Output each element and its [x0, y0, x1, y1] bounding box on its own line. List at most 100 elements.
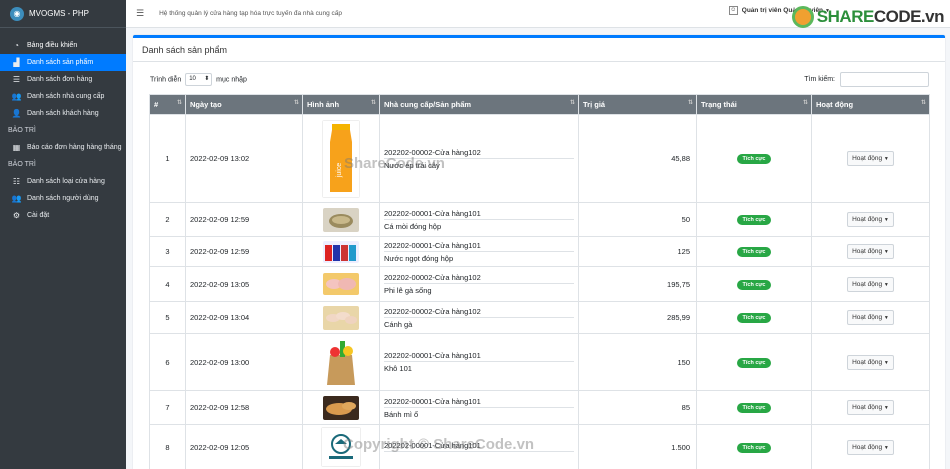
cell-no: 8: [149, 424, 186, 469]
vendor-code: 202202-00001-Cửa hàng101: [384, 397, 574, 408]
table-row: 4 2022-02-09 13:05 202202-00002-Cửa hàng…: [149, 266, 930, 302]
sort-icon: ⇅: [920, 100, 926, 106]
cell-no: 1: [149, 114, 186, 203]
action-dropdown-button[interactable]: Hoạt động ▼: [847, 354, 894, 370]
product-thumbnail: [323, 305, 359, 330]
sort-icon: ⇅: [293, 100, 299, 106]
col-header-status[interactable]: Trạng thái ⇅: [696, 94, 812, 115]
cell-vendor-product: 202202-00001-Cửa hàng101 Khô 101: [379, 333, 579, 391]
status-badge: Tích cực: [736, 247, 772, 257]
cell-price: 195,75: [578, 266, 697, 302]
cell-status: Tích cực: [696, 424, 812, 469]
card-title: Danh sách sản phẩm: [133, 38, 945, 62]
product-thumbnail: [323, 273, 359, 295]
cell-date: 2022-02-09 13:05: [185, 266, 303, 302]
svg-text:juice: juice: [336, 162, 343, 178]
sidebar-item-label: Bảng điều khiển: [27, 42, 78, 49]
sharecode-logo: SHARECODE.vn: [791, 6, 945, 28]
col-header-action[interactable]: Hoạt động ⇅: [811, 94, 930, 115]
col-header-price[interactable]: Trị giá ⇅: [578, 94, 697, 115]
product-thumbnail: juice: [322, 119, 360, 198]
cell-no: 4: [149, 266, 186, 302]
user-friends-icon: 👤: [11, 109, 22, 118]
cell-action: Hoạt động ▼: [811, 266, 930, 302]
col-header-image[interactable]: Hình ảnh ⇅: [302, 94, 380, 115]
caret-down-icon: ▼: [883, 315, 889, 321]
status-badge: Tích cực: [736, 442, 772, 453]
sidebar-item-products[interactable]: ▟ Danh sách sản phẩm: [0, 54, 126, 71]
list-icon: ☰: [12, 75, 21, 84]
cell-action: Hoạt động ▼: [811, 333, 930, 391]
cell-status: Tích cực: [696, 266, 812, 302]
cell-image: juice: [302, 114, 380, 203]
cell-price: 150: [578, 333, 697, 391]
product-list-card: Danh sách sản phẩm Trình diễn 10 mục nhậ…: [133, 35, 945, 469]
cell-image: [302, 333, 380, 391]
page-length-select[interactable]: 10: [185, 72, 213, 86]
col-header-no[interactable]: # ⇅: [149, 94, 186, 115]
cell-status: Tích cực: [696, 333, 812, 391]
table-row: 8 2022-02-09 12:05 202202-00001-Cửa hàng…: [149, 424, 930, 469]
product-name: Cá mòi đóng hộp: [384, 221, 442, 231]
sidebar-item-monthly-report[interactable]: ▦ Báo cáo đơn hàng hàng tháng: [0, 139, 126, 156]
cell-image: [302, 301, 380, 334]
action-dropdown-button[interactable]: Hoạt động ▼: [847, 244, 894, 259]
cell-date: 2022-02-09 12:58: [185, 390, 303, 425]
users-cog-icon: 👥: [11, 194, 22, 203]
sidebar: ◉ MVOGMS - PHP ◔ Bảng điều khiển ▟ Danh …: [0, 0, 126, 469]
sidebar-item-store-types[interactable]: ☷ Danh sách loại cửa hàng: [0, 173, 126, 190]
action-dropdown-button[interactable]: Hoạt động ▼: [847, 439, 894, 455]
sidebar-item-dashboard[interactable]: ◔ Bảng điều khiển: [0, 37, 126, 54]
cell-vendor-product: 202202-00002-Cửa hàng102 Cánh gà: [379, 301, 579, 334]
sharecode-logo-icon: [791, 6, 814, 28]
sidebar-item-settings[interactable]: ⚙ Cài đặt: [0, 207, 126, 224]
table-row: 5 2022-02-09 13:04 202202-00002-Cửa hàng…: [149, 301, 930, 334]
cell-no: 7: [149, 390, 186, 425]
action-dropdown-button[interactable]: Hoạt động ▼: [847, 400, 894, 415]
search-input[interactable]: [840, 71, 929, 87]
cell-action: Hoạt động ▼: [811, 390, 930, 425]
nav-header-maintenance-2: BẢO TRÌ: [8, 161, 36, 168]
cell-date: 2022-02-09 12:59: [185, 202, 303, 237]
cell-date: 2022-02-09 13:04: [185, 301, 303, 334]
hamburger-icon[interactable]: ☰: [136, 8, 144, 19]
cell-image: [302, 266, 380, 302]
brand-name: MVOGMS - PHP: [29, 9, 90, 18]
col-header-date[interactable]: Ngày tạo ⇅: [185, 94, 303, 115]
cell-no: 2: [149, 202, 186, 237]
cell-status: Tích cực: [696, 202, 812, 237]
action-dropdown-button[interactable]: Hoạt động ▼: [847, 310, 894, 325]
cell-vendor-product: 202202-00001-Cửa hàng101 Nước ngọt đóng …: [379, 236, 579, 267]
cell-date: 2022-02-09 13:02: [185, 114, 303, 203]
action-dropdown-button[interactable]: Hoạt động ▼: [847, 212, 894, 227]
col-header-vendor-product[interactable]: Nhà cung cấp/Sản phẩm ⇅: [379, 94, 579, 115]
cell-no: 3: [149, 236, 186, 267]
product-name: Nước ngọt đóng hộp: [384, 253, 454, 263]
brand[interactable]: ◉ MVOGMS - PHP: [0, 0, 126, 28]
sidebar-item-customers[interactable]: 👤 Danh sách khách hàng: [0, 105, 126, 122]
cell-price: 45,88: [578, 114, 697, 203]
sort-icon: ⇅: [370, 100, 376, 106]
vendor-code: 202202-00002-Cửa hàng102: [384, 148, 574, 159]
product-name: Phi lê gà sống: [384, 286, 432, 295]
cell-image: [302, 424, 380, 469]
sidebar-item-label: Báo cáo đơn hàng hàng tháng: [27, 144, 122, 151]
table-row: 3 2022-02-09 12:59 202202-00001-Cửa hàng…: [149, 236, 930, 267]
action-dropdown-button[interactable]: Hoạt động ▼: [847, 276, 894, 292]
sidebar-item-vendors[interactable]: 👥 Danh sách nhà cung cấp: [0, 88, 126, 105]
action-dropdown-button[interactable]: Hoạt động ▼: [847, 151, 894, 166]
cell-status: Tích cực: [696, 390, 812, 425]
sitemap-icon: ▟: [13, 58, 20, 67]
status-badge: Tích cực: [736, 313, 772, 323]
vendor-code: 202202-00001-Cửa hàng101: [384, 241, 574, 252]
sharecode-logo-text: SHARECODE.vn: [816, 7, 945, 26]
cell-no: 5: [149, 301, 186, 334]
sidebar-item-users[interactable]: 👥 Danh sách người dùng: [0, 190, 126, 207]
th-list-icon: ☷: [12, 177, 21, 186]
cell-price: 50: [578, 202, 697, 237]
table-row: 6 2022-02-09 13:00 202202-00001-Cửa hàng…: [149, 333, 930, 391]
vendor-code: 202202-00002-Cửa hàng102: [384, 307, 574, 318]
sidebar-item-label: Danh sách nhà cung cấp: [27, 93, 105, 100]
product-name: Khô 101: [384, 364, 412, 373]
sidebar-item-orders[interactable]: ☰ Danh sách đơn hàng: [0, 71, 126, 88]
